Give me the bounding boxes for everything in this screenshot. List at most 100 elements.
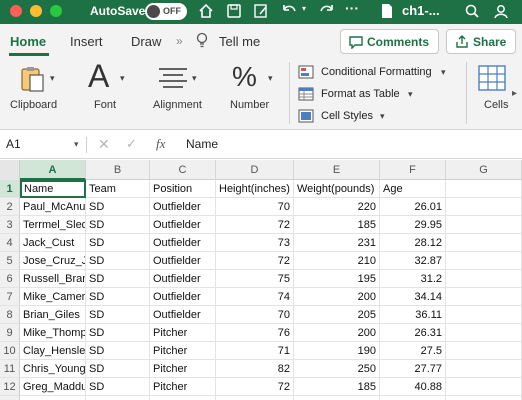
zoom-window-button[interactable] bbox=[50, 5, 62, 17]
cell-e2[interactable]: 220 bbox=[294, 198, 380, 216]
row-header-10[interactable]: 10 bbox=[0, 342, 20, 360]
home-icon[interactable] bbox=[198, 2, 214, 22]
cell-d7[interactable]: 74 bbox=[216, 288, 294, 306]
row-header-8[interactable]: 8 bbox=[0, 306, 20, 324]
cell-a11[interactable]: Chris_Young bbox=[20, 360, 86, 378]
cell-c7[interactable]: Outfielder bbox=[150, 288, 216, 306]
cell-f6[interactable]: 31.2 bbox=[380, 270, 446, 288]
cell-c4[interactable]: Outfielder bbox=[150, 234, 216, 252]
row-header-3[interactable]: 3 bbox=[0, 216, 20, 234]
insert-function-icon[interactable]: fx bbox=[156, 136, 165, 152]
cell-d8[interactable]: 70 bbox=[216, 306, 294, 324]
cell-d2[interactable]: 70 bbox=[216, 198, 294, 216]
comments-button[interactable]: Comments bbox=[340, 29, 439, 54]
name-box-dropdown-icon[interactable]: ▾ bbox=[74, 139, 79, 150]
cell-b11[interactable]: SD bbox=[86, 360, 150, 378]
cell-b13[interactable]: SD bbox=[86, 396, 150, 400]
cell-b6[interactable]: SD bbox=[86, 270, 150, 288]
tell-me-search[interactable]: Tell me bbox=[219, 34, 260, 49]
column-header-f[interactable]: F bbox=[380, 160, 446, 180]
cell-a5[interactable]: Jose_Cruz_Jr. bbox=[20, 252, 86, 270]
cell-c1[interactable]: Position bbox=[150, 180, 216, 198]
cell-f1[interactable]: Age bbox=[380, 180, 446, 198]
cell-f9[interactable]: 26.31 bbox=[380, 324, 446, 342]
formula-input[interactable]: Name bbox=[186, 137, 218, 151]
row-header-9[interactable]: 9 bbox=[0, 324, 20, 342]
cell-b9[interactable]: SD bbox=[86, 324, 150, 342]
cell-g7[interactable] bbox=[446, 288, 522, 306]
cell-f7[interactable]: 34.14 bbox=[380, 288, 446, 306]
font-group[interactable]: A ▾ Font bbox=[84, 58, 134, 130]
cell-d11[interactable]: 82 bbox=[216, 360, 294, 378]
cell-e3[interactable]: 185 bbox=[294, 216, 380, 234]
cell-e11[interactable]: 250 bbox=[294, 360, 380, 378]
redo-icon[interactable] bbox=[318, 2, 336, 22]
conditional-formatting-dropdown-icon[interactable]: ▾ bbox=[441, 67, 446, 78]
cell-c9[interactable]: Pitcher bbox=[150, 324, 216, 342]
conditional-formatting-button[interactable]: Conditional Formatting ▾ bbox=[298, 64, 458, 82]
row-header-11[interactable]: 11 bbox=[0, 360, 20, 378]
cell-f10[interactable]: 27.5 bbox=[380, 342, 446, 360]
cell-f4[interactable]: 28.12 bbox=[380, 234, 446, 252]
cell-b4[interactable]: SD bbox=[86, 234, 150, 252]
cell-f11[interactable]: 27.77 bbox=[380, 360, 446, 378]
cell-c8[interactable]: Outfielder bbox=[150, 306, 216, 324]
column-header-g[interactable]: G bbox=[446, 160, 522, 180]
cell-e6[interactable]: 195 bbox=[294, 270, 380, 288]
cell-f13[interactable]: 25.75 bbox=[380, 396, 446, 400]
cell-b5[interactable]: SD bbox=[86, 252, 150, 270]
minimize-window-button[interactable] bbox=[30, 5, 42, 17]
number-group[interactable]: % ▾ Number bbox=[226, 58, 280, 130]
cells-group[interactable]: Cells bbox=[476, 58, 512, 130]
cell-b7[interactable]: SD bbox=[86, 288, 150, 306]
cell-a7[interactable]: Mike_Cameron bbox=[20, 288, 86, 306]
format-as-table-button[interactable]: Format as Table ▾ bbox=[298, 86, 418, 104]
clipboard-dropdown-icon[interactable]: ▾ bbox=[50, 73, 55, 84]
row-header-7[interactable]: 7 bbox=[0, 288, 20, 306]
cell-c10[interactable]: Pitcher bbox=[150, 342, 216, 360]
more-icon[interactable]: ··· bbox=[345, 0, 359, 20]
select-all-button[interactable] bbox=[0, 160, 20, 180]
cell-b2[interactable]: SD bbox=[86, 198, 150, 216]
cell-f5[interactable]: 32.87 bbox=[380, 252, 446, 270]
cell-g1[interactable] bbox=[446, 180, 522, 198]
cell-d5[interactable]: 72 bbox=[216, 252, 294, 270]
undo-icon[interactable] bbox=[280, 2, 300, 22]
number-dropdown-icon[interactable]: ▾ bbox=[268, 73, 273, 84]
cell-b8[interactable]: SD bbox=[86, 306, 150, 324]
cell-g6[interactable] bbox=[446, 270, 522, 288]
cell-b12[interactable]: SD bbox=[86, 378, 150, 396]
edit-icon[interactable] bbox=[253, 2, 269, 22]
column-header-b[interactable]: B bbox=[86, 160, 150, 180]
cell-f2[interactable]: 26.01 bbox=[380, 198, 446, 216]
cell-g5[interactable] bbox=[446, 252, 522, 270]
spreadsheet-grid[interactable]: ABCDEFG 1 Name Team Position Height(inches) W… bbox=[0, 160, 522, 400]
cancel-icon[interactable]: ✕ bbox=[98, 136, 110, 153]
cell-d1[interactable]: Height(inches) bbox=[216, 180, 294, 198]
column-header-a[interactable]: A bbox=[20, 160, 86, 180]
cell-e8[interactable]: 205 bbox=[294, 306, 380, 324]
cell-g11[interactable] bbox=[446, 360, 522, 378]
cell-g3[interactable] bbox=[446, 216, 522, 234]
profile-icon[interactable] bbox=[492, 2, 510, 22]
cell-d10[interactable]: 71 bbox=[216, 342, 294, 360]
cell-b3[interactable]: SD bbox=[86, 216, 150, 234]
alignment-group[interactable]: ▾ Alignment bbox=[150, 58, 210, 130]
clipboard-group[interactable]: ▾ Clipboard bbox=[8, 58, 64, 130]
cell-c2[interactable]: Outfielder bbox=[150, 198, 216, 216]
cell-f3[interactable]: 29.95 bbox=[380, 216, 446, 234]
cell-g8[interactable] bbox=[446, 306, 522, 324]
cell-f8[interactable]: 36.11 bbox=[380, 306, 446, 324]
column-header-d[interactable]: D bbox=[216, 160, 294, 180]
cell-d4[interactable]: 73 bbox=[216, 234, 294, 252]
cell-e4[interactable]: 231 bbox=[294, 234, 380, 252]
cell-a8[interactable]: Brian_Giles bbox=[20, 306, 86, 324]
cell-g10[interactable] bbox=[446, 342, 522, 360]
column-header-c[interactable]: C bbox=[150, 160, 216, 180]
share-button[interactable]: Share bbox=[446, 29, 516, 54]
cell-c6[interactable]: Outfielder bbox=[150, 270, 216, 288]
cell-c12[interactable]: Pitcher bbox=[150, 378, 216, 396]
cell-g9[interactable] bbox=[446, 324, 522, 342]
cell-a12[interactable]: Greg_Maddux bbox=[20, 378, 86, 396]
cell-c3[interactable]: Outfielder bbox=[150, 216, 216, 234]
